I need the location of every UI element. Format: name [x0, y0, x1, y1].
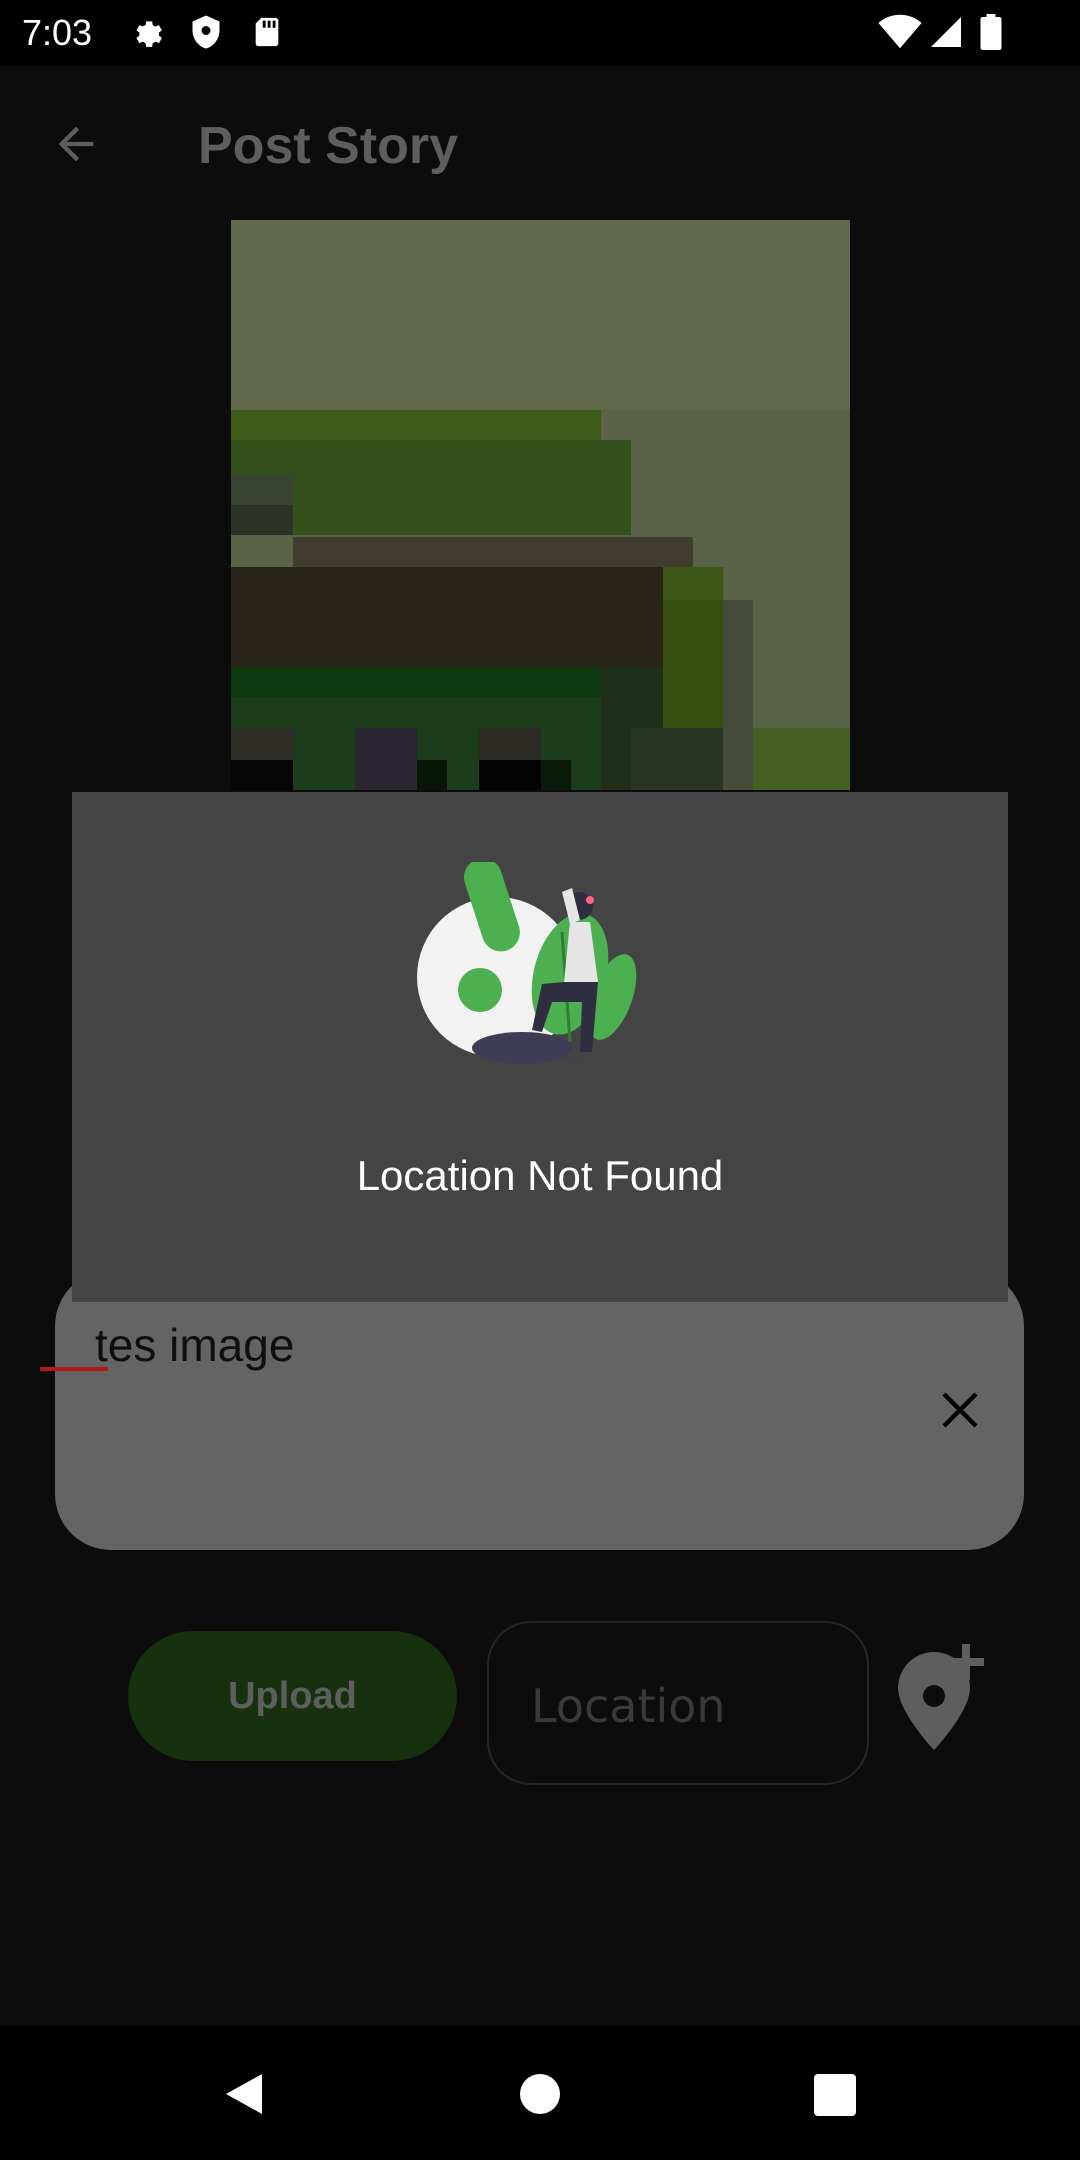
dialog-message: Location Not Found [356, 1152, 724, 1199]
gear-icon [128, 14, 164, 55]
add-location-icon[interactable] [894, 1640, 994, 1757]
wifi-icon [878, 14, 922, 55]
page-title: Post Story [198, 117, 459, 175]
story-image-preview[interactable] [231, 220, 850, 790]
recents-square-icon[interactable] [814, 2074, 856, 2121]
shield-icon [188, 14, 224, 55]
status-bar: 7:03 [0, 0, 1080, 66]
app-bar: Post Story [0, 66, 1080, 220]
back-triangle-icon[interactable] [222, 2070, 266, 2123]
sd-card-icon [250, 14, 284, 55]
location-placeholder: Location [531, 1679, 726, 1733]
not-found-illustration [388, 858, 688, 1077]
caption-text: tes image [95, 1319, 295, 1371]
caption-input[interactable]: tes image [55, 1270, 1024, 1550]
status-time: 7:03 [22, 12, 93, 53]
navigation-bar [0, 2026, 1080, 2160]
location-not-found-dialog: Location Not Found [72, 792, 1008, 1302]
home-circle-icon[interactable] [518, 2072, 562, 2121]
spellcheck-underline [40, 1367, 108, 1371]
close-icon[interactable] [936, 1386, 984, 1439]
location-field[interactable]: Location [487, 1621, 869, 1785]
arrow-left-icon[interactable] [50, 118, 102, 175]
signal-icon [928, 14, 964, 55]
battery-icon [980, 14, 1002, 55]
upload-button[interactable]: Upload [128, 1631, 457, 1761]
